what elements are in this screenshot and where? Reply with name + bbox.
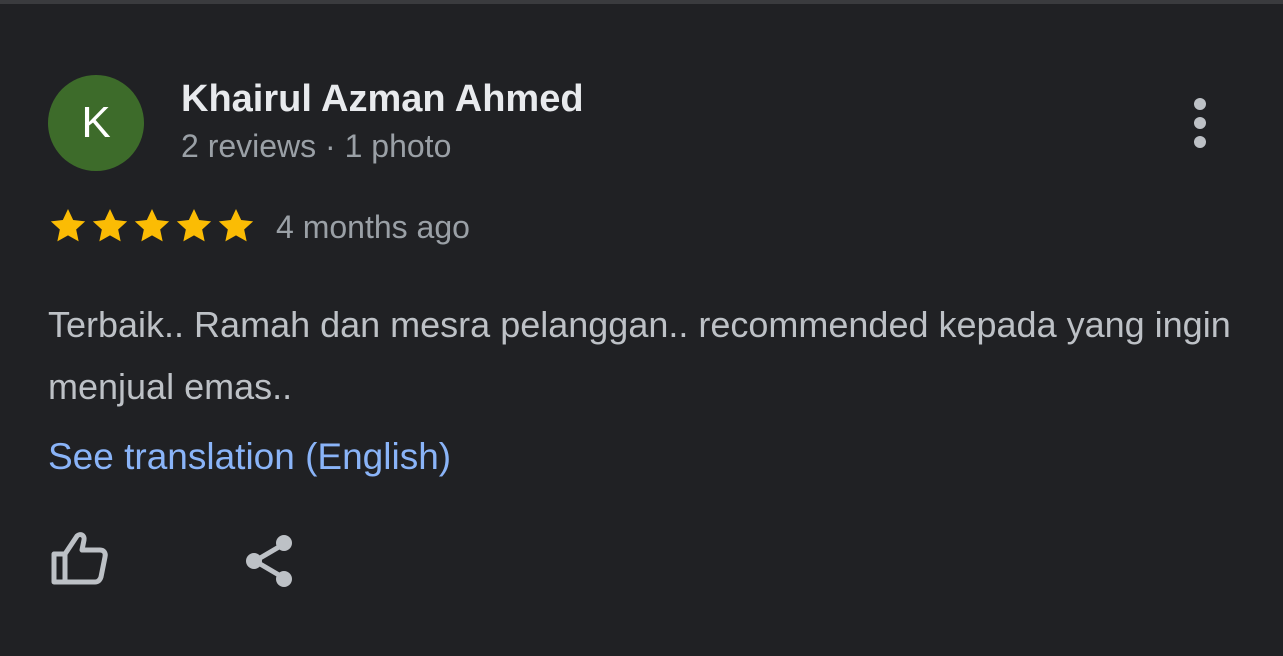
review-card: K Khairul Azman Ahmed 2 reviews · 1 phot… — [0, 0, 1283, 656]
more-vert-icon-dot — [1194, 117, 1206, 129]
author-name[interactable]: Khairul Azman Ahmed — [181, 78, 584, 121]
review-time: 4 months ago — [276, 209, 470, 245]
avatar[interactable]: K — [48, 75, 144, 171]
star-icon — [132, 206, 172, 246]
star-icon — [48, 206, 88, 246]
avatar-initial: K — [81, 98, 111, 147]
share-button[interactable] — [242, 532, 298, 590]
like-button[interactable] — [50, 530, 110, 590]
more-vert-icon — [1194, 98, 1206, 110]
share-icon — [246, 535, 292, 587]
more-vert-icon-dot — [1194, 136, 1206, 148]
star-icon — [174, 206, 214, 246]
see-translation-link[interactable]: See translation (English) — [48, 436, 451, 478]
more-options-button[interactable] — [1176, 94, 1224, 152]
star-icon — [90, 206, 130, 246]
top-divider — [0, 0, 1283, 4]
author-meta: 2 reviews · 1 photo — [181, 128, 452, 164]
star-rating — [48, 206, 256, 246]
star-icon — [216, 206, 256, 246]
review-text: Terbaik.. Ramah dan mesra pelanggan.. re… — [48, 304, 1231, 407]
thumbs-up-icon — [51, 532, 108, 585]
